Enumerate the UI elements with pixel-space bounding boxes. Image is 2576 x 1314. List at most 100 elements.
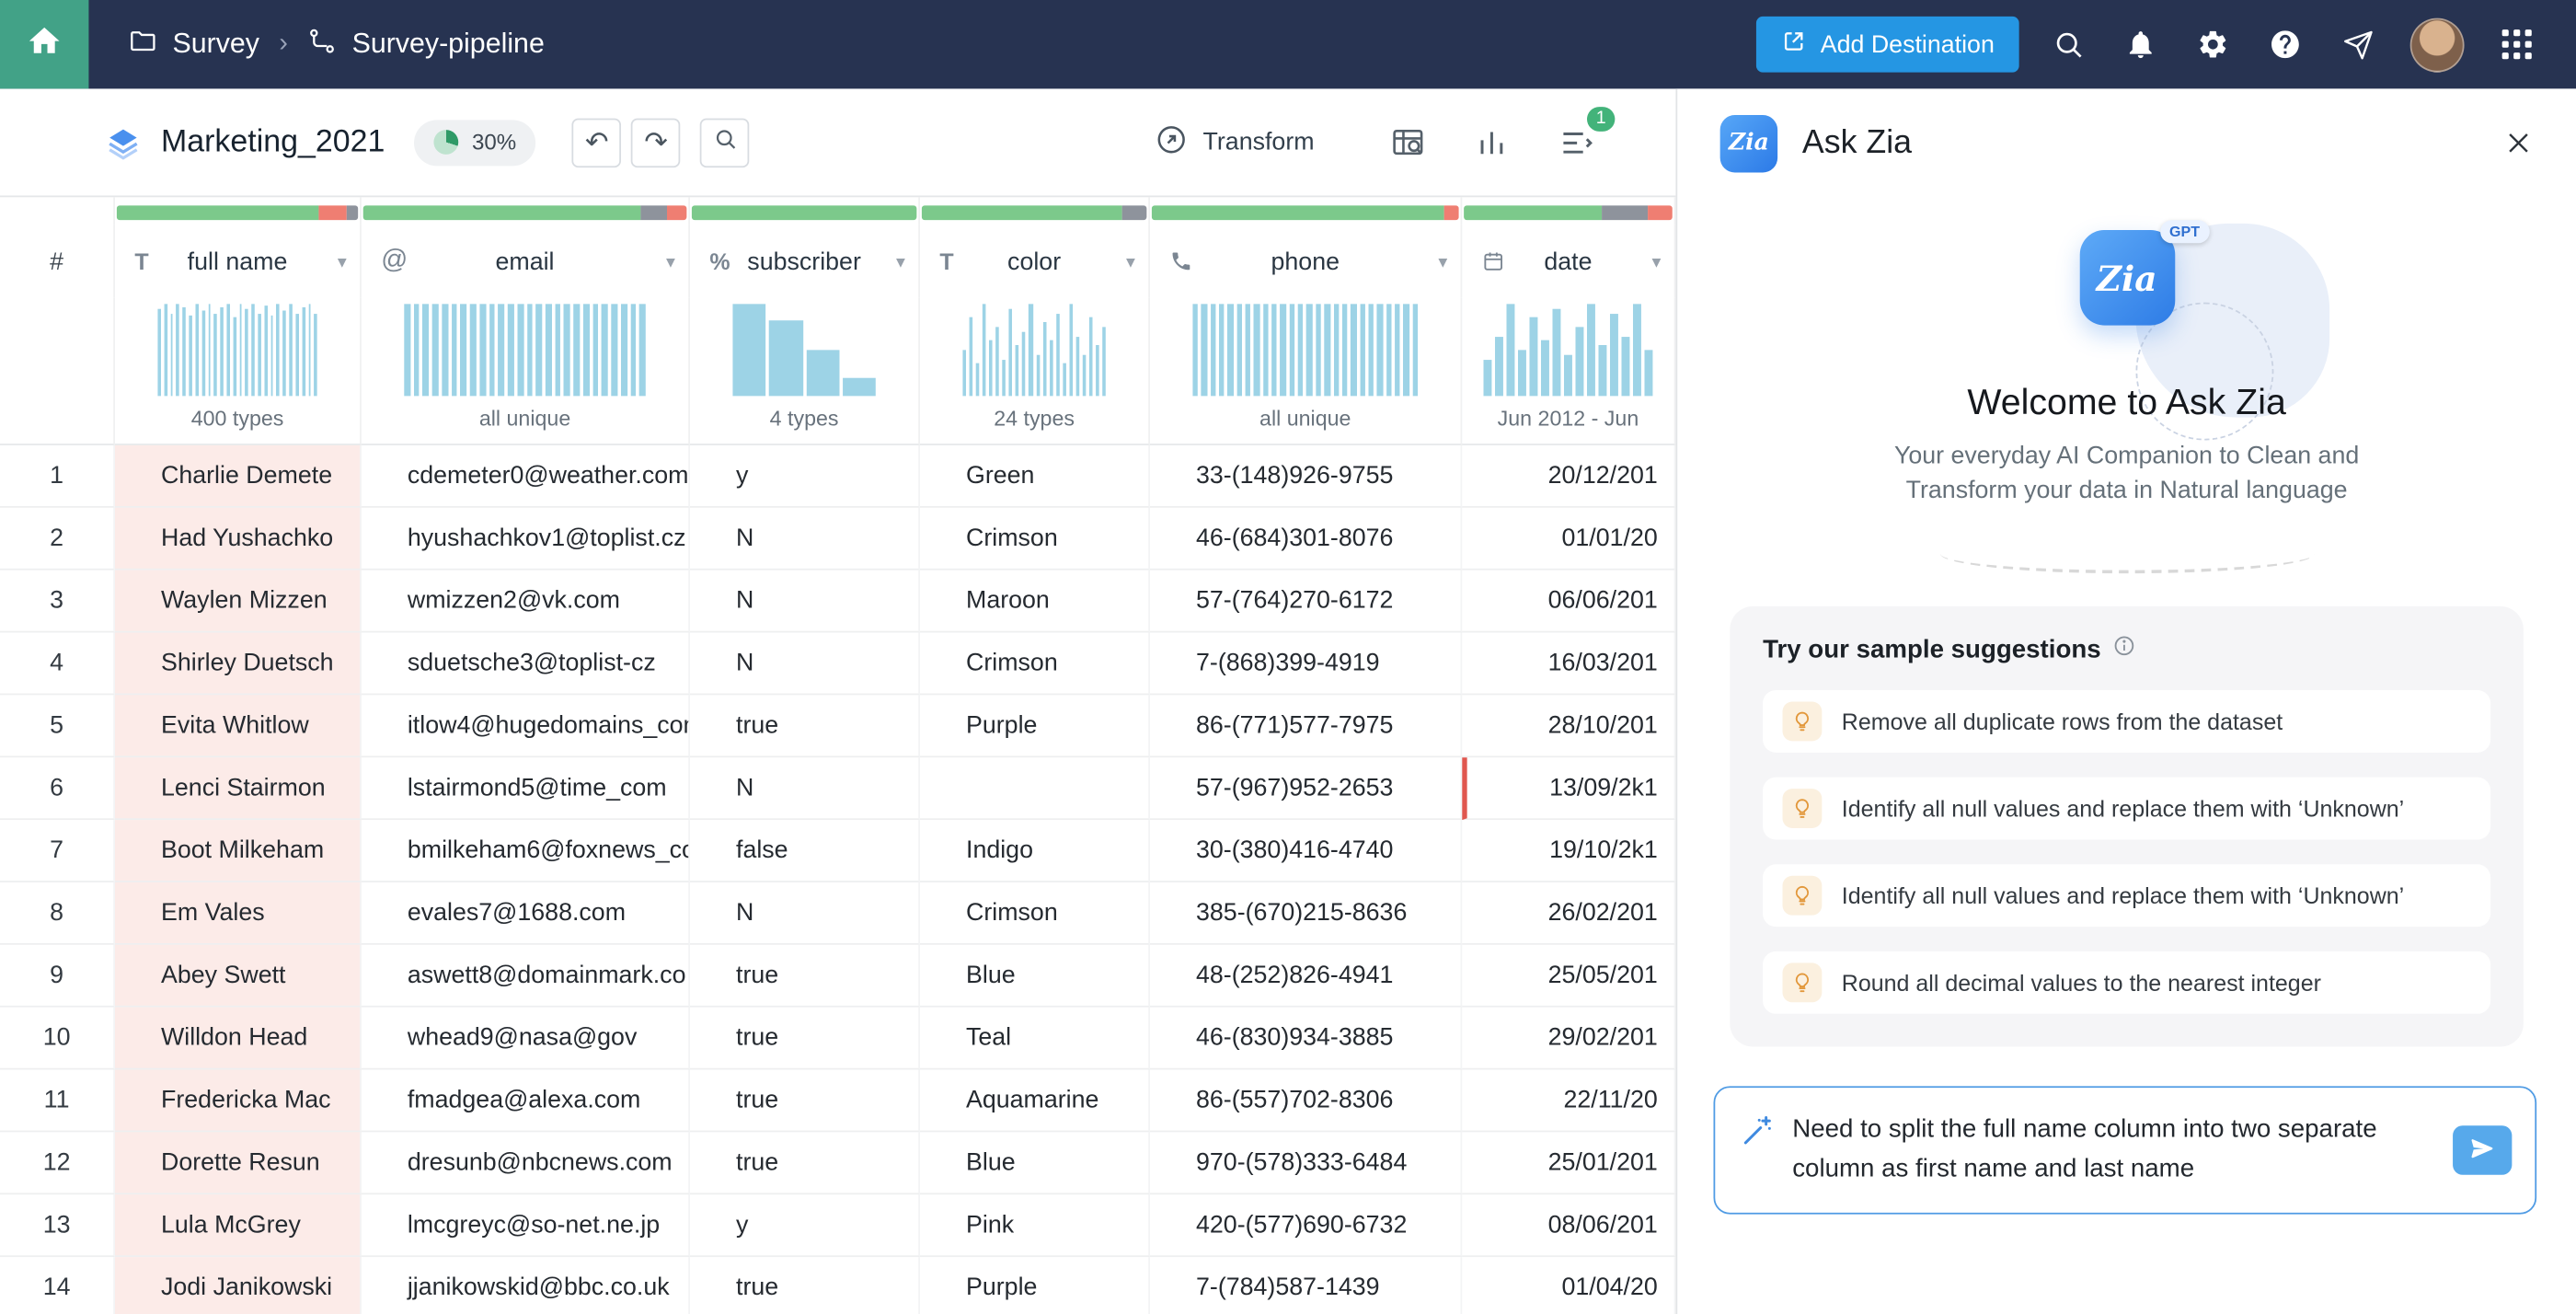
column-header-email[interactable]: @email▾ bbox=[362, 225, 690, 298]
column-header-full-name[interactable]: Tfull name▾ bbox=[115, 225, 362, 298]
cell-color[interactable]: Teal bbox=[920, 1008, 1150, 1070]
cell-subscriber[interactable]: N bbox=[690, 757, 920, 820]
cell-date[interactable]: 28/10/201 bbox=[1462, 695, 1675, 757]
cell-date[interactable]: 26/02/201 bbox=[1462, 882, 1675, 945]
chevron-down-icon[interactable]: ▾ bbox=[1651, 250, 1661, 271]
close-icon[interactable] bbox=[2503, 128, 2533, 157]
chart-bars-icon[interactable] bbox=[1476, 126, 1509, 159]
cell-color[interactable]: Blue bbox=[920, 1132, 1150, 1194]
zia-input[interactable]: Need to split the full name column into … bbox=[1713, 1087, 2536, 1215]
rocket-icon[interactable] bbox=[2321, 8, 2394, 81]
column-quality-bar[interactable] bbox=[1462, 197, 1675, 225]
cell-color[interactable]: Purple bbox=[920, 1257, 1150, 1314]
cell-full-name[interactable]: Lenci Stairmon bbox=[115, 757, 362, 820]
transform-button[interactable]: Transform bbox=[1156, 122, 1315, 162]
cell-full-name[interactable]: Boot Milkeham bbox=[115, 820, 362, 882]
suggestion-item[interactable]: Remove all duplicate rows from the datas… bbox=[1763, 691, 2490, 754]
suggestion-item[interactable]: Identify all null values and replace the… bbox=[1763, 865, 2490, 928]
column-histogram-phone[interactable]: all unique bbox=[1150, 297, 1462, 445]
suggestion-item[interactable]: Identify all null values and replace the… bbox=[1763, 778, 2490, 840]
cell-color[interactable]: Crimson bbox=[920, 508, 1150, 571]
cell-color[interactable]: Maroon bbox=[920, 571, 1150, 633]
cell-date[interactable]: 25/01/201 bbox=[1462, 1132, 1675, 1194]
cell-date[interactable]: 29/02/201 bbox=[1462, 1008, 1675, 1070]
column-header-date[interactable]: date▾ bbox=[1462, 225, 1675, 298]
chevron-down-icon[interactable]: ▾ bbox=[1438, 250, 1447, 271]
cell-full-name[interactable]: Charlie Demete bbox=[115, 445, 362, 508]
cell-subscriber[interactable]: true bbox=[690, 1069, 920, 1132]
apps-grid-icon[interactable] bbox=[2480, 8, 2553, 81]
cell-subscriber[interactable]: true bbox=[690, 945, 920, 1008]
suggestion-item[interactable]: Round all decimal values to the nearest … bbox=[1763, 952, 2490, 1015]
send-button[interactable] bbox=[2453, 1126, 2512, 1176]
notifications-bell-icon[interactable] bbox=[2104, 8, 2177, 81]
cell-date[interactable]: 01/01/20 bbox=[1462, 508, 1675, 571]
cell-subscriber[interactable]: false bbox=[690, 820, 920, 882]
cell-phone[interactable]: 86-(557)702-8306 bbox=[1150, 1069, 1462, 1132]
cell-subscriber[interactable]: true bbox=[690, 1008, 920, 1070]
cell-email[interactable]: evales7@1688.com bbox=[362, 882, 690, 945]
cell-date[interactable]: 19/10/2k1 bbox=[1462, 820, 1675, 882]
cell-phone[interactable]: 30-(380)416-4740 bbox=[1150, 820, 1462, 882]
cell-email[interactable]: itlow4@hugedomains_com bbox=[362, 695, 690, 757]
cell-subscriber[interactable]: true bbox=[690, 695, 920, 757]
cell-subscriber[interactable]: N bbox=[690, 882, 920, 945]
cell-phone[interactable]: 33-(148)926-9755 bbox=[1150, 445, 1462, 508]
undo-button[interactable]: ↶ bbox=[572, 118, 622, 167]
cell-color[interactable]: Purple bbox=[920, 695, 1150, 757]
cell-phone[interactable]: 48-(252)826-4941 bbox=[1150, 945, 1462, 1008]
cell-full-name[interactable]: Dorette Resun bbox=[115, 1132, 362, 1194]
column-histogram-date[interactable]: Jun 2012 - Jun bbox=[1462, 297, 1675, 445]
data-preview-icon[interactable] bbox=[1390, 124, 1426, 160]
column-quality-bar[interactable] bbox=[920, 197, 1150, 225]
cell-phone[interactable]: 57-(967)952-2653 bbox=[1150, 757, 1462, 820]
cell-phone[interactable]: 420-(577)690-6732 bbox=[1150, 1194, 1462, 1257]
cell-email[interactable]: wmizzen2@vk.com bbox=[362, 571, 690, 633]
cell-phone[interactable]: 86-(771)577-7975 bbox=[1150, 695, 1462, 757]
help-icon[interactable] bbox=[2249, 8, 2322, 81]
cell-email[interactable]: lmcgreyc@so-net.ne.jp bbox=[362, 1194, 690, 1257]
column-quality-bar[interactable] bbox=[115, 197, 362, 225]
cell-email[interactable]: dresunb@nbcnews.com bbox=[362, 1132, 690, 1194]
search-icon[interactable] bbox=[2032, 8, 2105, 81]
column-header-phone[interactable]: phone▾ bbox=[1150, 225, 1462, 298]
column-histogram-subscriber[interactable]: 4 types bbox=[690, 297, 920, 445]
add-destination-button[interactable]: Add Destination bbox=[1756, 17, 2019, 73]
cell-date[interactable]: 06/06/201 bbox=[1462, 571, 1675, 633]
cell-subscriber[interactable]: N bbox=[690, 508, 920, 571]
column-quality-bar[interactable] bbox=[690, 197, 920, 225]
cell-email[interactable]: aswett8@domainmark.co bbox=[362, 945, 690, 1008]
cell-full-name[interactable]: Abey Swett bbox=[115, 945, 362, 1008]
chevron-down-icon[interactable]: ▾ bbox=[338, 250, 347, 271]
cell-email[interactable]: fmadgea@alexa.com bbox=[362, 1069, 690, 1132]
settings-gear-icon[interactable] bbox=[2177, 8, 2249, 81]
cell-full-name[interactable]: Fredericka Mac bbox=[115, 1069, 362, 1132]
column-header-color[interactable]: Tcolor▾ bbox=[920, 225, 1150, 298]
cell-color[interactable]: Crimson bbox=[920, 882, 1150, 945]
cell-phone[interactable]: 57-(764)270-6172 bbox=[1150, 571, 1462, 633]
cell-email[interactable]: sduetsche3@toplist-cz bbox=[362, 632, 690, 695]
cell-full-name[interactable]: Lula McGrey bbox=[115, 1194, 362, 1257]
cell-full-name[interactable]: Had Yushachko bbox=[115, 508, 362, 571]
redo-button[interactable]: ↷ bbox=[631, 118, 681, 167]
cell-color[interactable]: Blue bbox=[920, 945, 1150, 1008]
data-quality-pill[interactable]: 30% bbox=[414, 119, 535, 165]
cell-phone[interactable]: 46-(684)301-8076 bbox=[1150, 508, 1462, 571]
chevron-down-icon[interactable]: ▾ bbox=[896, 250, 905, 271]
applied-steps-icon[interactable]: 1 bbox=[1558, 124, 1593, 160]
chevron-down-icon[interactable]: ▾ bbox=[1126, 250, 1135, 271]
cell-full-name[interactable]: Shirley Duetsch bbox=[115, 632, 362, 695]
cell-date[interactable]: 25/05/201 bbox=[1462, 945, 1675, 1008]
cell-full-name[interactable]: Waylen Mizzen bbox=[115, 571, 362, 633]
column-histogram-full-name[interactable]: 400 types bbox=[115, 297, 362, 445]
cell-date[interactable]: 22/11/20 bbox=[1462, 1069, 1675, 1132]
cell-subscriber[interactable]: N bbox=[690, 571, 920, 633]
column-quality-bar[interactable] bbox=[1150, 197, 1462, 225]
cell-date[interactable]: 16/03/201 bbox=[1462, 632, 1675, 695]
cell-color[interactable]: Crimson bbox=[920, 632, 1150, 695]
cell-color[interactable]: Pink bbox=[920, 1194, 1150, 1257]
cell-email[interactable]: whead9@nasa@gov bbox=[362, 1008, 690, 1070]
cell-full-name[interactable]: Evita Whitlow bbox=[115, 695, 362, 757]
cell-phone[interactable]: 7-(784)587-1439 bbox=[1150, 1257, 1462, 1314]
cell-date[interactable]: 01/04/20 bbox=[1462, 1257, 1675, 1314]
